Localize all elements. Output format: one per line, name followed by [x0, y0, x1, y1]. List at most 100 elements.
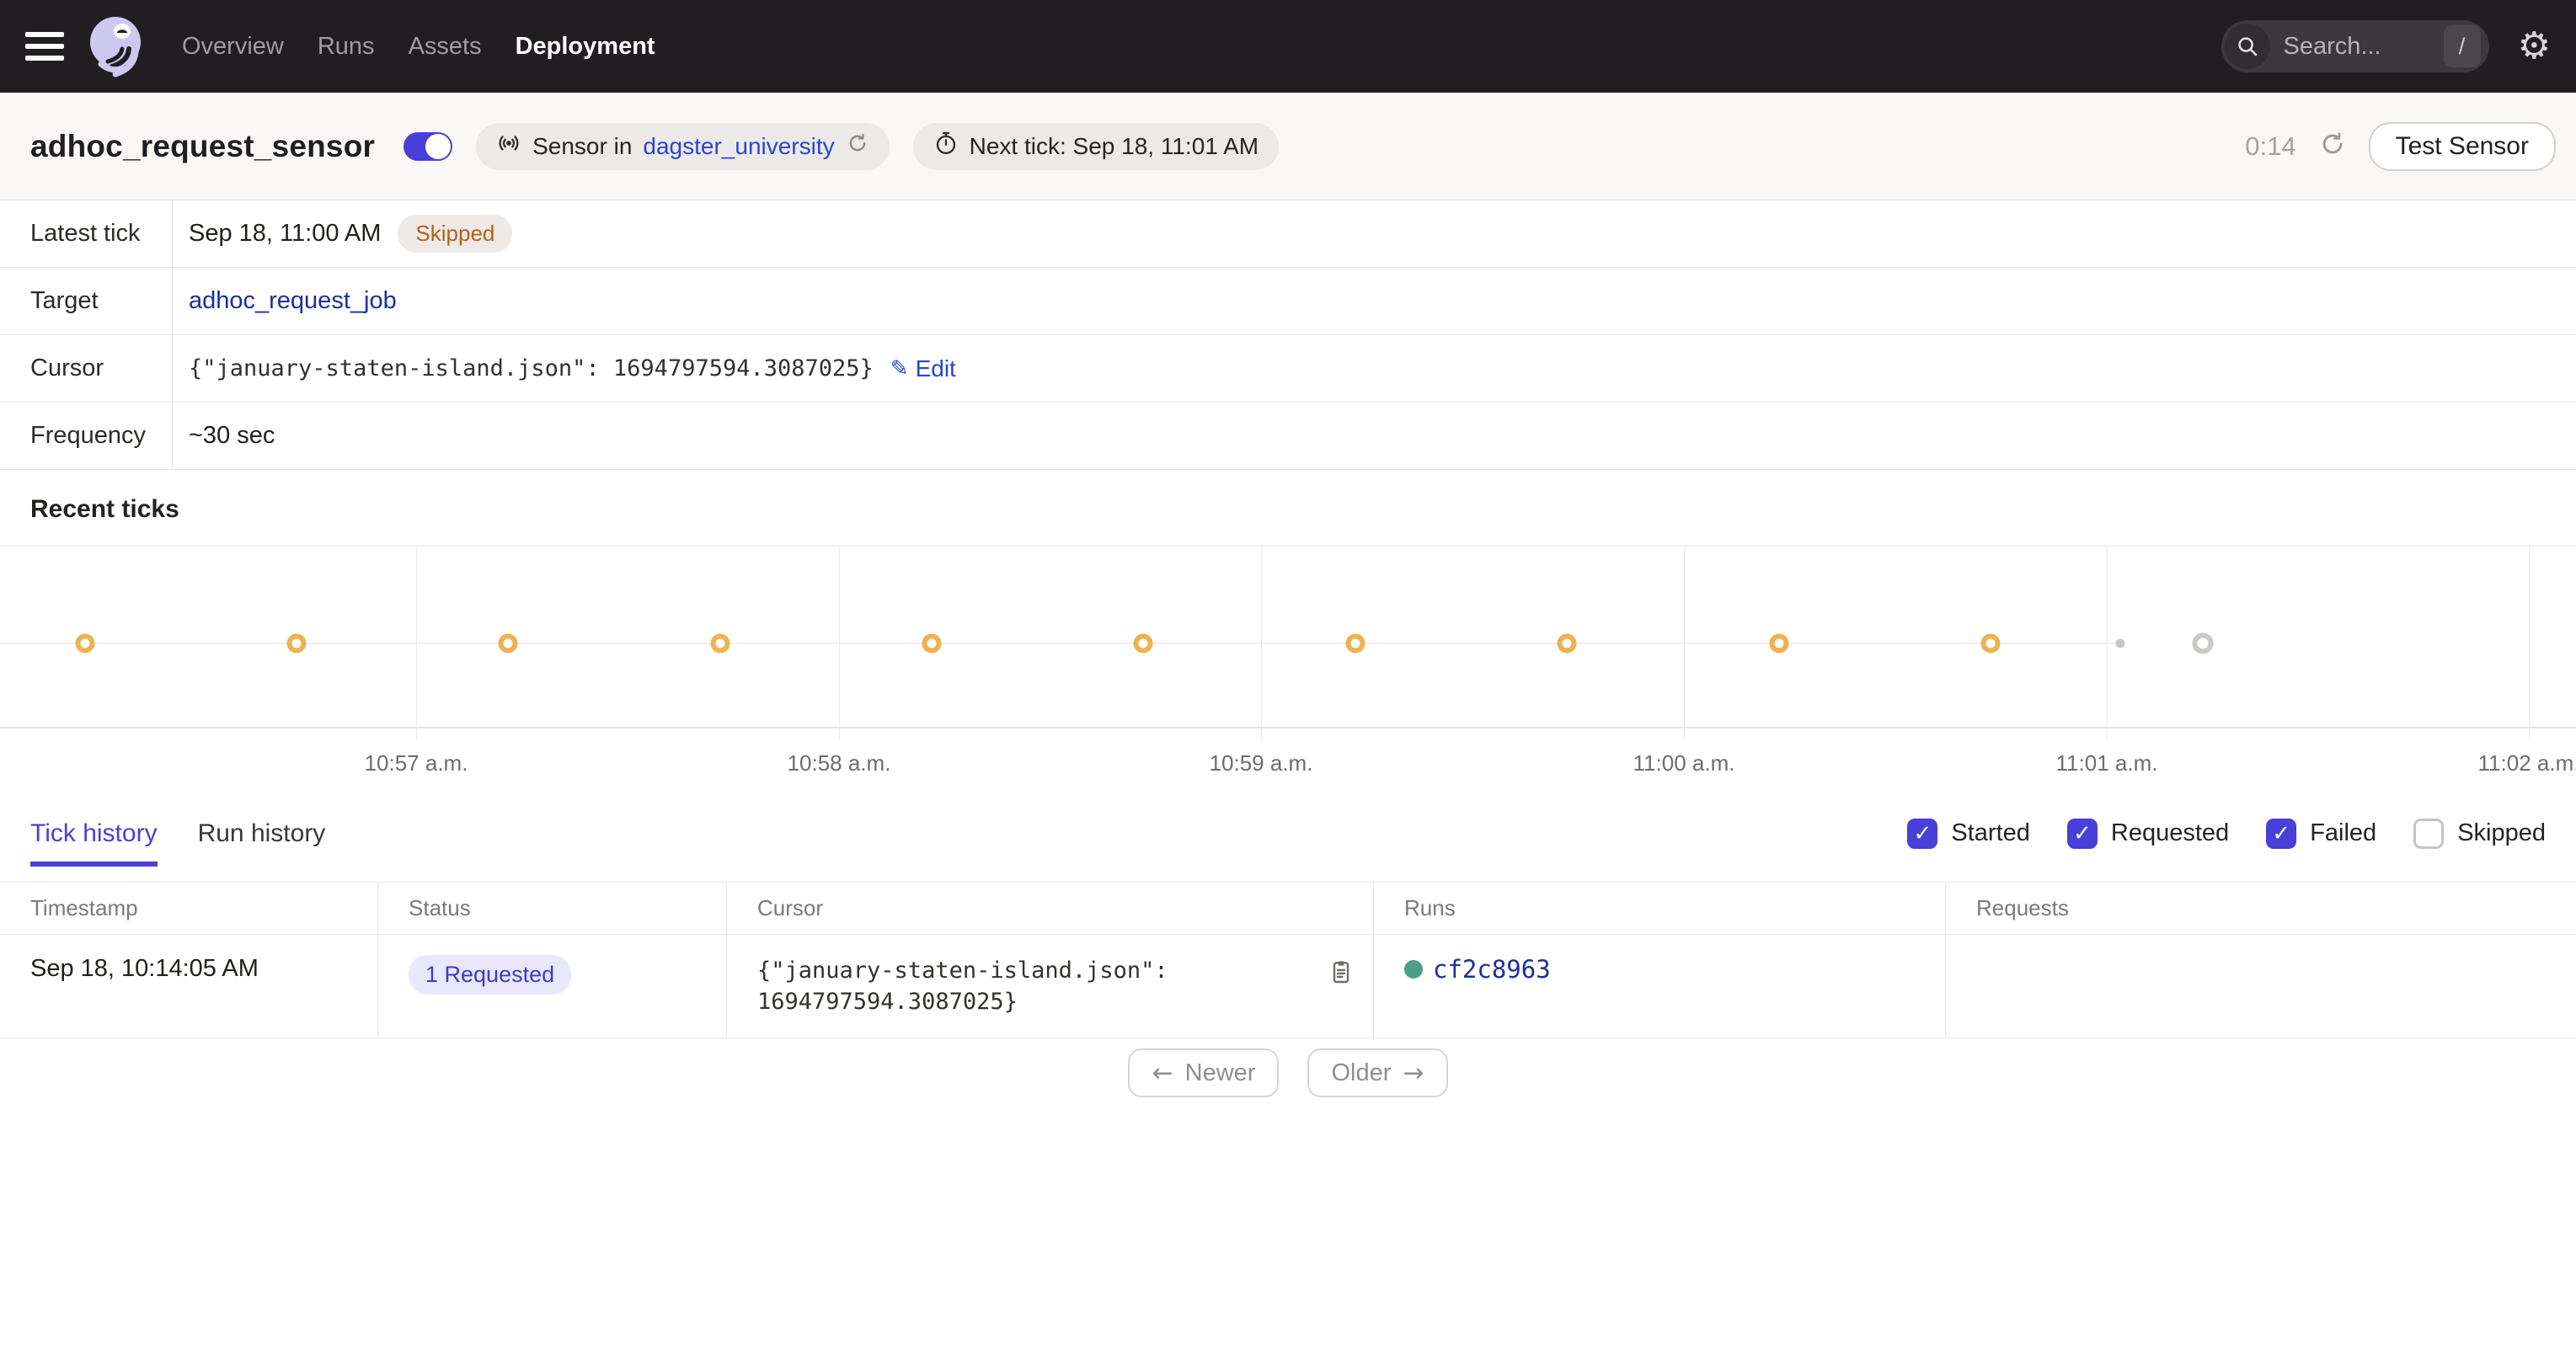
right-arrow-icon: → — [1403, 1059, 1424, 1088]
stopwatch-icon — [933, 131, 959, 162]
toggle-knob — [425, 134, 451, 159]
edit-pencil-icon: ✎ — [890, 356, 909, 381]
detail-row-target: Target adhoc_request_job — [0, 268, 2576, 335]
run-status-dot-icon — [1404, 960, 1423, 979]
top-nav: Overview Runs Assets Deployment Search..… — [0, 0, 2576, 93]
next-tick-text: Next tick: Sep 18, 11:01 AM — [970, 133, 1259, 160]
frequency-label: Frequency — [0, 403, 173, 469]
col-header-timestamp: Timestamp — [0, 883, 377, 934]
search-placeholder: Search... — [2284, 33, 2381, 61]
tick-skipped-icon[interactable] — [1558, 634, 1577, 653]
table-header: Timestamp Status Cursor Runs Requests — [0, 882, 2576, 935]
detail-row-cursor: Cursor {"january-staten-island.json": 16… — [0, 335, 2576, 403]
row-timestamp: Sep 18, 10:14:05 AM — [30, 955, 259, 982]
gridline — [416, 547, 417, 740]
checkbox-check-icon: ✓ — [2067, 819, 2098, 849]
axis-label: 10:57 a.m. — [365, 750, 468, 776]
cursor-label: Cursor — [0, 335, 173, 402]
recent-ticks-title: Recent ticks — [0, 470, 2576, 546]
filter-checkbox-started[interactable]: ✓ Started — [1907, 819, 2030, 849]
latest-tick-label: Latest tick — [0, 200, 173, 267]
test-sensor-button[interactable]: Test Sensor — [2369, 122, 2556, 171]
gridline — [1261, 547, 1262, 740]
timeline-axis — [0, 727, 2576, 728]
tick-evaluating-icon — [2193, 633, 2214, 654]
search-input[interactable]: Search... / — [2221, 20, 2489, 72]
run-link[interactable]: cf2c8963 — [1404, 955, 1945, 984]
tick-skipped-icon[interactable] — [1346, 634, 1365, 653]
checkbox-check-icon: ✓ — [2266, 819, 2296, 849]
menu-icon[interactable] — [25, 32, 64, 61]
axis-label: 11:01 a.m. — [2056, 750, 2158, 776]
run-id: cf2c8963 — [1433, 955, 1551, 984]
axis-label: 10:59 a.m. — [1210, 750, 1313, 776]
sensor-toggle[interactable] — [404, 132, 452, 161]
axis-label: 11:02 a.m. — [2478, 750, 2576, 776]
tick-history-table: Timestamp Status Cursor Runs Requests Se… — [0, 882, 2576, 1038]
tick-skipped-icon[interactable] — [1981, 634, 2001, 653]
tick-skipped-icon[interactable] — [499, 634, 518, 653]
col-header-status: Status — [377, 883, 726, 934]
reload-location-icon[interactable] — [846, 131, 869, 161]
tick-skipped-icon[interactable] — [76, 634, 95, 653]
refresh-icon[interactable] — [2318, 130, 2347, 163]
nav-item-assets[interactable]: Assets — [409, 33, 482, 61]
table-row: Sep 18, 10:14:05 AM 1 Requested {"januar… — [0, 935, 2576, 1038]
nav-item-overview[interactable]: Overview — [182, 33, 284, 61]
gridline — [2107, 547, 2108, 740]
sensor-details: Latest tick Sep 18, 11:00 AM Skipped Tar… — [0, 200, 2576, 470]
copy-cursor-icon[interactable] — [1328, 958, 1355, 1017]
tick-skipped-icon[interactable] — [922, 634, 942, 653]
tick-skipped-icon[interactable] — [287, 634, 307, 653]
status-filters: ✓ Started ✓ Requested ✓ Failed ✓ Skipped — [1907, 819, 2546, 849]
axis-label: 10:58 a.m. — [788, 750, 891, 776]
filter-checkbox-skipped[interactable]: ✓ Skipped — [2413, 819, 2546, 849]
latest-tick-status-badge: Skipped — [398, 215, 512, 253]
nav-item-runs[interactable]: Runs — [318, 33, 375, 61]
sensor-signal-icon — [496, 131, 521, 162]
newer-button[interactable]: ← Newer — [1128, 1048, 1279, 1097]
gridline — [2529, 547, 2530, 740]
gridline — [1684, 547, 1685, 740]
tab-tick-history[interactable]: Tick history — [30, 819, 158, 867]
latest-tick-value: Sep 18, 11:00 AM — [189, 220, 381, 248]
row-status-badge: 1 Requested — [409, 955, 571, 995]
cursor-value: {"january-staten-island.json": 169479759… — [189, 355, 874, 381]
gridline — [839, 547, 840, 740]
pagination: ← Newer Older → — [0, 1048, 2576, 1097]
next-tick-badge: Next tick: Sep 18, 11:01 AM — [913, 123, 1279, 170]
target-job-link[interactable]: adhoc_request_job — [189, 287, 397, 315]
filter-checkbox-requested[interactable]: ✓ Requested — [2067, 819, 2229, 849]
col-header-requests: Requests — [1945, 883, 2576, 934]
col-header-cursor: Cursor — [726, 883, 1373, 934]
checkbox-check-icon: ✓ — [2413, 819, 2444, 849]
filter-checkbox-failed[interactable]: ✓ Failed — [2266, 819, 2376, 849]
detail-row-latest-tick: Latest tick Sep 18, 11:00 AM Skipped — [0, 200, 2576, 268]
checkbox-check-icon: ✓ — [1907, 819, 1937, 849]
row-cursor-value: {"january-staten-island.json": 169479759… — [757, 955, 1204, 1017]
left-arrow-icon: ← — [1152, 1059, 1173, 1088]
tab-run-history[interactable]: Run history — [198, 819, 326, 867]
tick-skipped-icon[interactable] — [1134, 634, 1153, 653]
dagster-logo[interactable] — [84, 13, 147, 79]
history-bar: Tick history Run history ✓ Started ✓ Req… — [0, 803, 2576, 867]
search-icon — [2225, 24, 2270, 69]
tick-skipped-icon[interactable] — [1770, 634, 1789, 653]
axis-label: 11:00 a.m. — [1633, 750, 1735, 776]
timeline-line — [0, 643, 2120, 644]
gear-icon[interactable]: ⚙ — [2518, 28, 2551, 65]
sensor-header: adhoc_request_sensor Sensor in dagster_u… — [0, 93, 2576, 200]
row-requests — [1945, 935, 2576, 1038]
detail-row-frequency: Frequency ~30 sec — [0, 403, 2576, 470]
main-nav: Overview Runs Assets Deployment — [182, 33, 655, 61]
nav-item-deployment[interactable]: Deployment — [516, 33, 655, 61]
code-location-link[interactable]: dagster_university — [643, 133, 834, 160]
older-button[interactable]: Older → — [1307, 1048, 1447, 1097]
tick-skipped-icon[interactable] — [711, 634, 730, 653]
col-header-runs: Runs — [1373, 883, 1945, 934]
tick-cursor-dot-icon — [2116, 639, 2125, 648]
search-shortcut-badge: / — [2444, 25, 2481, 67]
sensor-location-badge: Sensor in dagster_university — [476, 123, 890, 170]
cursor-edit-link[interactable]: ✎ Edit — [890, 355, 956, 382]
recent-ticks-chart: 10:57 a.m. 10:58 a.m. 10:59 a.m. 11:00 a.m.… — [0, 546, 2576, 783]
